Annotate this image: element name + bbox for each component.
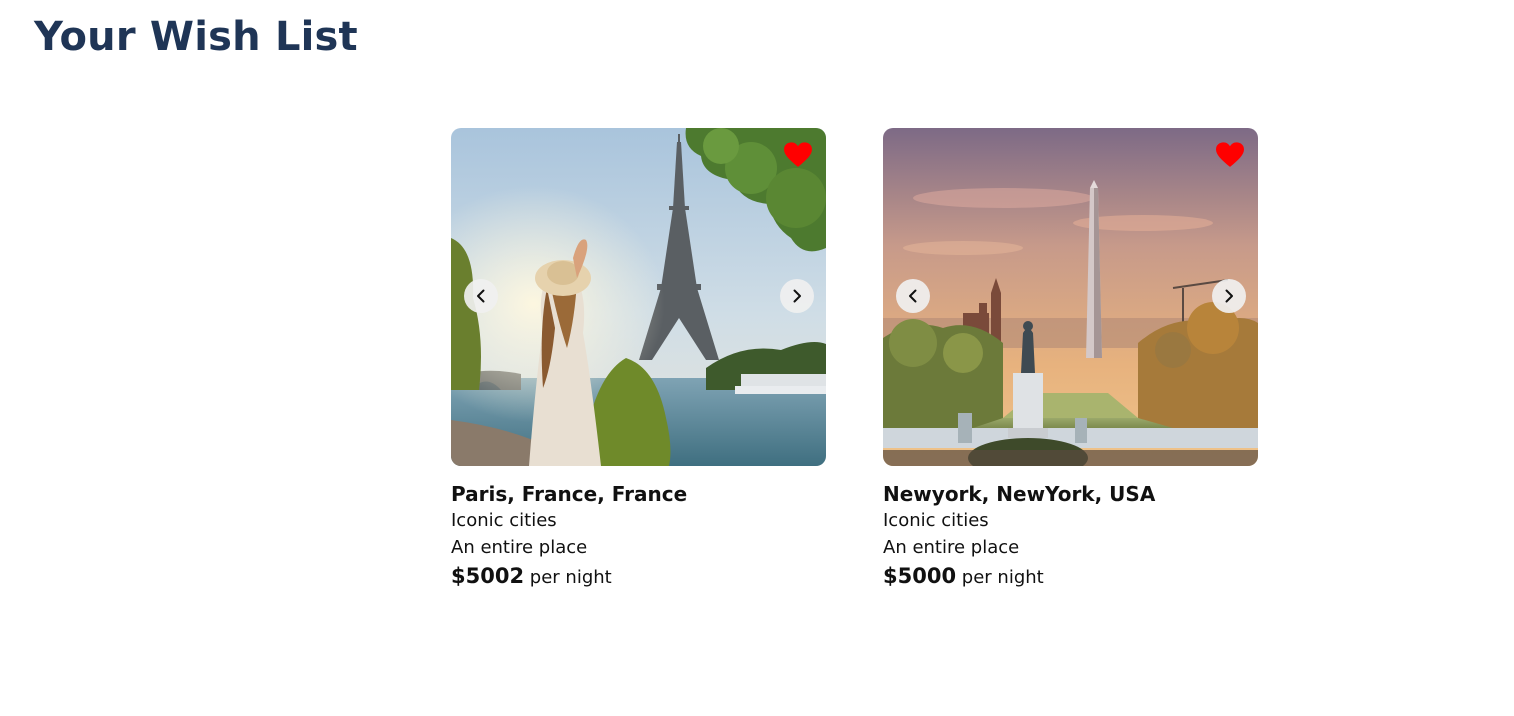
listing-photo-carousel[interactable] <box>883 128 1258 466</box>
chevron-left-icon <box>477 289 485 303</box>
listing-price: $5002 <box>451 564 525 588</box>
carousel-next-button[interactable] <box>1212 279 1246 313</box>
carousel-next-button[interactable] <box>780 279 814 313</box>
listing-category: Iconic cities <box>451 510 557 531</box>
chevron-left-icon <box>909 289 917 303</box>
page-title: Your Wish List <box>34 14 358 60</box>
heart-icon[interactable] <box>1216 142 1244 168</box>
washington-monument-photo <box>883 128 1258 466</box>
listing-price-unit: per night <box>961 567 1044 588</box>
listing-category: Iconic cities <box>883 510 989 531</box>
heart-icon[interactable] <box>784 142 812 168</box>
listing-price: $5000 <box>883 564 957 588</box>
listing-title[interactable]: Newyork, NewYork, USA <box>883 481 1258 507</box>
chevron-right-icon <box>793 289 801 303</box>
listing-title[interactable]: Paris, France, France <box>451 481 826 507</box>
listing-card[interactable]: Paris, France, France Iconic cities An e… <box>451 128 826 593</box>
listing-photo-carousel[interactable] <box>451 128 826 466</box>
listing-type: An entire place <box>451 537 588 558</box>
listing-type: An entire place <box>883 537 1020 558</box>
listing-price-line: $5000 per night <box>883 561 1258 593</box>
paris-eiffel-tower-photo <box>451 128 826 466</box>
listing-card[interactable]: Newyork, NewYork, USA Iconic cities An e… <box>883 128 1258 593</box>
carousel-prev-button[interactable] <box>464 279 498 313</box>
carousel-prev-button[interactable] <box>896 279 930 313</box>
listing-price-unit: per night <box>529 567 612 588</box>
listing-grid: Paris, France, France Iconic cities An e… <box>451 128 1258 593</box>
chevron-right-icon <box>1225 289 1233 303</box>
wishlist-page: Your Wish List Paris, France, France Ico… <box>0 0 1514 716</box>
listing-info: Paris, France, France Iconic cities An e… <box>451 466 826 593</box>
listing-price-line: $5002 per night <box>451 561 826 593</box>
listing-info: Newyork, NewYork, USA Iconic cities An e… <box>883 466 1258 593</box>
